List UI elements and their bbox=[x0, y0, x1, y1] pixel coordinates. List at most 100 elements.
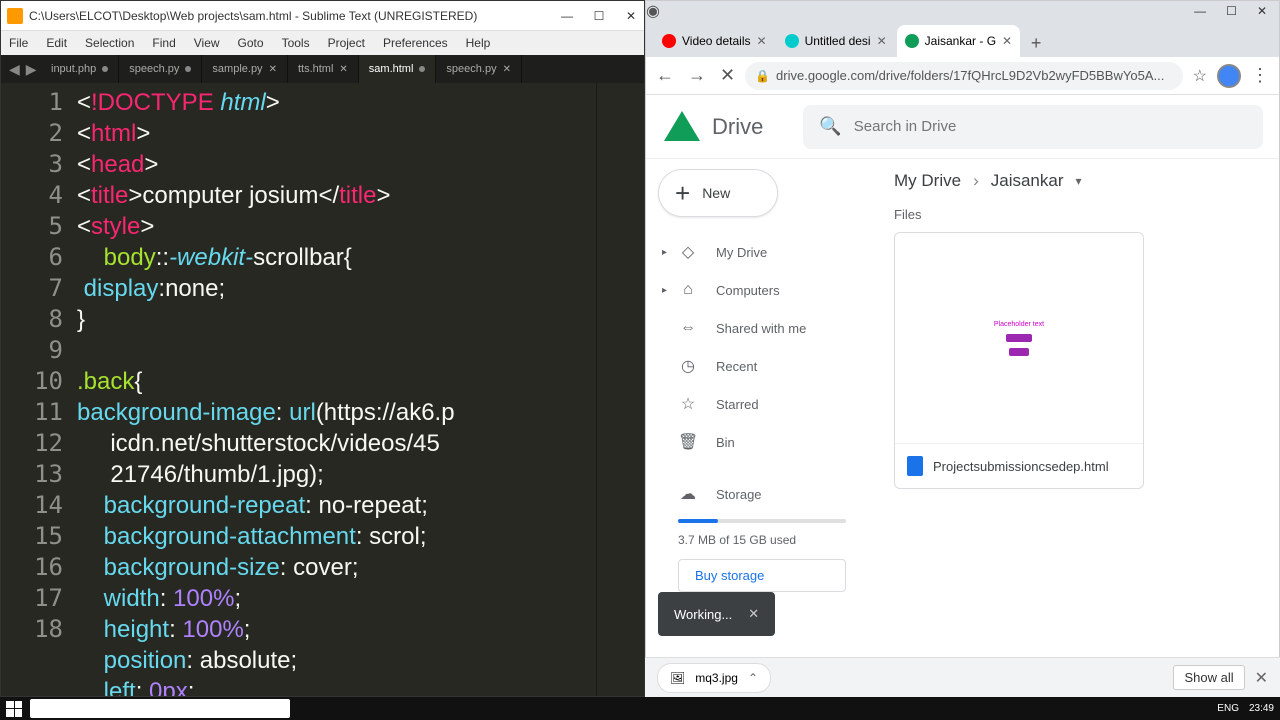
chrome-window-controls: ◉ — ☐ ✕ bbox=[646, 1, 1279, 21]
minimize-button[interactable]: — bbox=[560, 9, 574, 23]
sublime-menubar: File Edit Selection Find View Goto Tools Projec… bbox=[1, 31, 644, 55]
file-name: Projectsubmissioncsedep.html bbox=[933, 459, 1109, 474]
show-all-button[interactable]: Show all bbox=[1173, 665, 1244, 690]
tab-close-icon[interactable]: ✕ bbox=[339, 64, 347, 75]
sidebar-item-shared-with-me[interactable]: ⇔Shared with me bbox=[654, 309, 870, 347]
close-button[interactable]: ✕ bbox=[624, 9, 638, 23]
download-bar: 🖼 mq3.jpg ⌃ Show all ✕ bbox=[645, 657, 1280, 697]
stop-button[interactable]: ✕ bbox=[720, 65, 735, 86]
code-editor[interactable]: <!DOCTYPE html><html><head><title>comput… bbox=[77, 83, 596, 696]
menu-help[interactable]: Help bbox=[466, 36, 491, 50]
editor-tab[interactable]: sam.html bbox=[359, 55, 437, 83]
tab-close-icon[interactable]: ✕ bbox=[503, 64, 511, 75]
editor-tab[interactable]: speech.py bbox=[119, 55, 202, 83]
taskbar-search[interactable] bbox=[30, 699, 290, 718]
menu-project[interactable]: Project bbox=[328, 36, 365, 50]
menu-goto[interactable]: Goto bbox=[238, 36, 264, 50]
browser-tab[interactable]: Video details✕ bbox=[654, 25, 775, 57]
tab-close-icon[interactable]: ✕ bbox=[269, 64, 277, 75]
expand-icon[interactable]: ▸ bbox=[662, 285, 667, 296]
menu-selection[interactable]: Selection bbox=[85, 36, 134, 50]
start-button[interactable] bbox=[6, 701, 22, 717]
drive-logo-icon bbox=[662, 107, 702, 147]
minimap[interactable] bbox=[596, 83, 644, 696]
drive-app: Drive 🔍 + New ▸◇My Drive▸⌂Computers⇔Shar… bbox=[646, 95, 1279, 696]
editor-tab[interactable]: tts.html✕ bbox=[288, 55, 359, 83]
sidebar-icon: ⌂ bbox=[678, 281, 698, 299]
tab-close-icon[interactable]: ✕ bbox=[757, 34, 767, 48]
sidebar-icon: ⇔ bbox=[678, 319, 698, 337]
downloads-close-icon[interactable]: ✕ bbox=[1255, 668, 1268, 688]
sidebar-item-starred[interactable]: ☆Starred bbox=[654, 385, 870, 423]
editor-tab[interactable]: speech.py✕ bbox=[436, 55, 522, 83]
browser-tab[interactable]: Jaisankar - G✕ bbox=[897, 25, 1020, 57]
bookmark-icon[interactable]: ☆ bbox=[1193, 66, 1207, 86]
toast-close-icon[interactable]: ✕ bbox=[748, 606, 759, 622]
sidebar-item-storage[interactable]: ☁Storage bbox=[654, 475, 870, 513]
maximize-button[interactable]: ☐ bbox=[592, 9, 606, 23]
address-bar[interactable]: 🔒 drive.google.com/drive/folders/17fQHrc… bbox=[745, 62, 1183, 90]
search-icon: 🔍 bbox=[819, 116, 841, 137]
download-filename: mq3.jpg bbox=[695, 671, 738, 685]
sidebar-item-bin[interactable]: 🗑Bin bbox=[654, 423, 870, 461]
menu-find[interactable]: Find bbox=[152, 36, 175, 50]
drive-main: My Drive › Jaisankar ▾ Files Placeholder… bbox=[878, 159, 1279, 696]
drive-search[interactable]: 🔍 bbox=[803, 105, 1263, 149]
menu-file[interactable]: File bbox=[9, 36, 28, 50]
dirty-dot-icon bbox=[102, 66, 108, 72]
expand-icon[interactable]: ▸ bbox=[662, 247, 667, 258]
sidebar-item-my-drive[interactable]: ▸◇My Drive bbox=[654, 233, 870, 271]
download-item[interactable]: 🖼 mq3.jpg ⌃ bbox=[657, 663, 771, 693]
working-toast: Working... ✕ bbox=[658, 592, 775, 636]
line-gutter: 123456789101112131415161718 bbox=[1, 83, 77, 696]
windows-taskbar[interactable]: ENG 23:49 bbox=[0, 697, 1280, 720]
menu-view[interactable]: View bbox=[194, 36, 220, 50]
file-type-icon bbox=[907, 456, 923, 476]
minimize-button[interactable]: — bbox=[1194, 4, 1206, 18]
editor-tab[interactable]: sample.py✕ bbox=[202, 55, 288, 83]
editor-tab[interactable]: input.php bbox=[41, 55, 119, 83]
menu-preferences[interactable]: Preferences bbox=[383, 36, 448, 50]
menu-edit[interactable]: Edit bbox=[46, 36, 67, 50]
image-file-icon: 🖼 bbox=[670, 671, 685, 685]
browser-tab[interactable]: Untitled desi✕ bbox=[777, 25, 895, 57]
breadcrumb: My Drive › Jaisankar ▾ bbox=[894, 171, 1263, 191]
sublime-titlebar[interactable]: C:\Users\ELCOT\Desktop\Web projects\sam.… bbox=[1, 1, 644, 31]
favicon-icon bbox=[662, 34, 676, 48]
file-thumbnail: Placeholder text bbox=[895, 233, 1143, 443]
dirty-dot-icon bbox=[185, 66, 191, 72]
nav-back-icon[interactable]: ◀ bbox=[9, 61, 20, 78]
drive-sidebar: + New ▸◇My Drive▸⌂Computers⇔Shared with … bbox=[646, 159, 878, 696]
storage-bar bbox=[678, 519, 846, 523]
chrome-menu-icon[interactable]: ⋮ bbox=[1251, 65, 1269, 86]
sidebar-item-computers[interactable]: ▸⌂Computers bbox=[654, 271, 870, 309]
chevron-down-icon[interactable]: ▾ bbox=[1076, 174, 1082, 188]
tab-close-icon[interactable]: ✕ bbox=[1002, 34, 1012, 48]
crumb-current[interactable]: Jaisankar bbox=[991, 171, 1064, 191]
maximize-button[interactable]: ☐ bbox=[1226, 4, 1237, 18]
sublime-logo-icon bbox=[7, 8, 23, 24]
tab-close-icon[interactable]: ✕ bbox=[877, 34, 887, 48]
profile-avatar[interactable] bbox=[1217, 64, 1241, 88]
new-tab-button[interactable]: + bbox=[1022, 29, 1050, 57]
search-input[interactable] bbox=[854, 118, 1247, 135]
back-button[interactable]: ← bbox=[656, 65, 674, 86]
tray-lang[interactable]: ENG bbox=[1217, 703, 1239, 714]
favicon-icon bbox=[905, 34, 919, 48]
chevron-up-icon[interactable]: ⌃ bbox=[748, 671, 758, 685]
close-button[interactable]: ✕ bbox=[1257, 4, 1267, 18]
tray-time[interactable]: 23:49 bbox=[1249, 703, 1274, 714]
new-label: New bbox=[702, 185, 730, 201]
favicon-icon bbox=[785, 34, 799, 48]
plus-icon: + bbox=[675, 178, 690, 209]
drive-brand: Drive bbox=[712, 114, 763, 140]
crumb-root[interactable]: My Drive bbox=[894, 171, 961, 191]
file-card[interactable]: Placeholder text Projectsubmissioncsedep… bbox=[894, 232, 1144, 489]
menu-tools[interactable]: Tools bbox=[282, 36, 310, 50]
forward-button[interactable]: → bbox=[688, 65, 706, 86]
buy-storage-button[interactable]: Buy storage bbox=[678, 559, 846, 592]
new-button[interactable]: + New bbox=[658, 169, 778, 217]
nav-fwd-icon[interactable]: ▶ bbox=[26, 61, 37, 78]
sublime-tabbar: ◀ ▶ input.phpspeech.pysample.py✕tts.html… bbox=[1, 55, 644, 83]
sidebar-item-recent[interactable]: ◷Recent bbox=[654, 347, 870, 385]
